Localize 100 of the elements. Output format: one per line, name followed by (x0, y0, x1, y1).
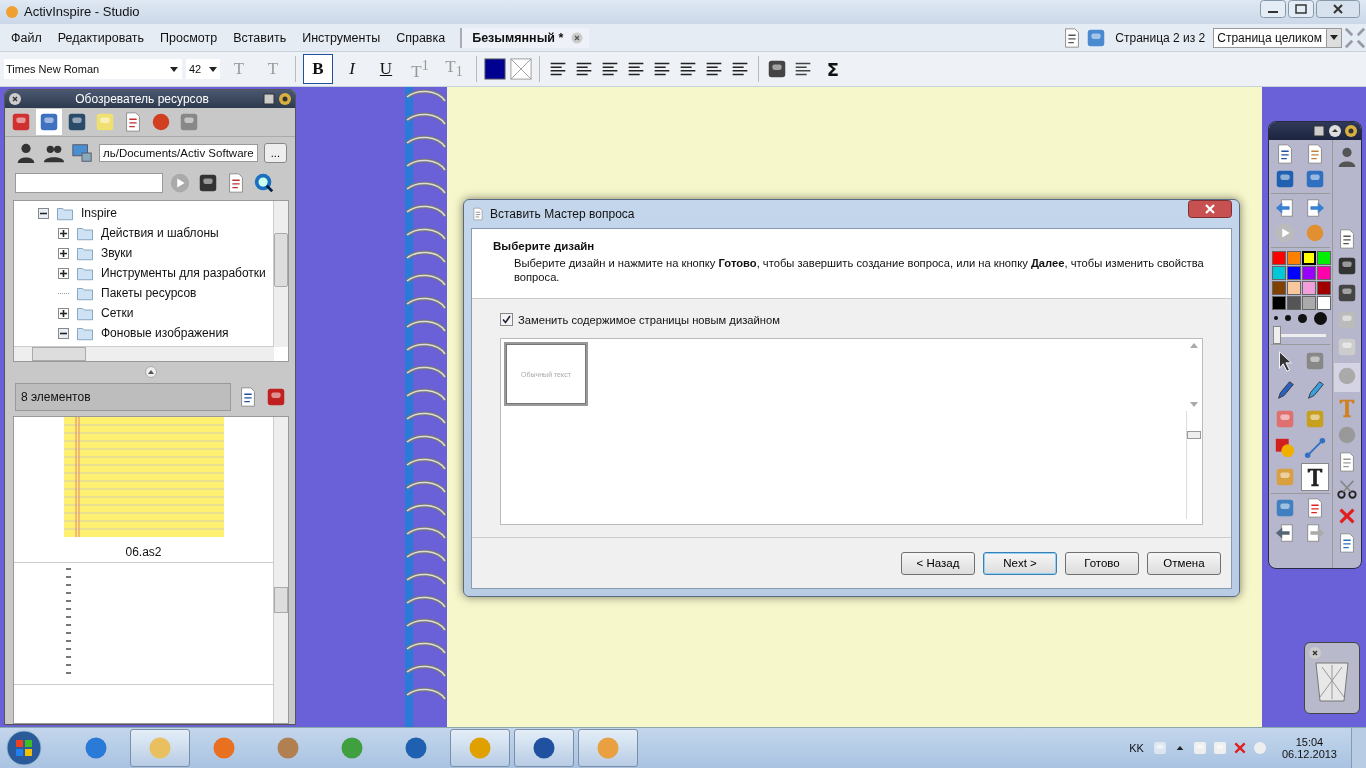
previous-page-icon[interactable] (1274, 197, 1296, 219)
color-swatch[interactable] (1302, 251, 1316, 265)
dialog-heading: Выберите дизайн (493, 240, 595, 252)
font-dropdown[interactable]: Times New Roman (4, 59, 182, 80)
pin-icon[interactable] (1345, 125, 1357, 137)
page-icon[interactable] (263, 93, 275, 105)
eject-icon[interactable] (1329, 125, 1341, 137)
color-swatch[interactable] (1287, 296, 1301, 310)
close-button[interactable] (1188, 200, 1232, 218)
color-swatch[interactable] (1287, 251, 1301, 265)
file-name: 06.as2 (125, 544, 162, 559)
person-icon[interactable] (15, 142, 37, 164)
dialog-button[interactable]: Готово (1065, 551, 1139, 575)
color-swatch[interactable] (1287, 281, 1301, 295)
expand-icon[interactable] (58, 227, 69, 239)
color-swatch[interactable] (1302, 266, 1316, 280)
color-swatch[interactable] (1272, 266, 1286, 280)
close-icon[interactable] (571, 31, 584, 44)
language-indicator[interactable]: KK (1129, 742, 1144, 754)
menu-item[interactable]: Инструменты (295, 27, 388, 48)
color-swatch[interactable] (1317, 281, 1331, 295)
slider-thumb[interactable] (1187, 431, 1201, 439)
menu-item[interactable]: Просмотр (153, 27, 225, 48)
text-style-button[interactable]: I (337, 54, 367, 85)
scrollbar[interactable] (14, 346, 274, 361)
collapse-icon[interactable] (38, 207, 49, 219)
scroll-up-icon[interactable] (1190, 343, 1198, 348)
dialog-button[interactable]: < Назад (901, 551, 975, 575)
formula-button[interactable]: Σ (818, 54, 848, 85)
zoom-dropdown[interactable]: Страница целиком (1213, 27, 1342, 48)
menu-item[interactable]: Редактировать (50, 27, 152, 48)
color-swatch[interactable] (1287, 266, 1301, 280)
checkbox[interactable] (500, 313, 513, 326)
lined-paper-thumbnail[interactable] (63, 417, 224, 537)
pen-width-dot[interactable] (1274, 316, 1279, 320)
pen-width-dot[interactable] (1285, 315, 1292, 321)
expand-icon[interactable] (58, 247, 69, 259)
folder-label[interactable]: Звуки (101, 246, 133, 260)
close-icon[interactable] (9, 93, 21, 105)
color-swatch[interactable] (1272, 296, 1286, 310)
color-swatch[interactable] (1317, 296, 1331, 310)
color-swatch[interactable] (1317, 266, 1331, 280)
minimize-button[interactable] (1260, 0, 1286, 18)
folder-label[interactable]: Действия и шаблоны (101, 226, 219, 240)
scrollbar[interactable] (273, 201, 288, 347)
dialog-button[interactable]: Отмена (1147, 551, 1221, 575)
scrollbar[interactable] (273, 417, 288, 723)
shapes-icon (1274, 437, 1296, 459)
restore-button[interactable] (1288, 0, 1314, 18)
fullscreen-icon[interactable] (1344, 26, 1366, 49)
folder-label[interactable]: Пакеты ресурсов (101, 286, 197, 300)
no-fill-swatch[interactable] (510, 58, 532, 81)
computer-icon[interactable] (71, 142, 93, 164)
close-icon[interactable] (1309, 647, 1321, 659)
browse-button[interactable]: ... (263, 143, 287, 163)
color-swatch[interactable] (1272, 251, 1286, 265)
search-field[interactable] (15, 173, 163, 193)
collapse-icon[interactable] (58, 327, 69, 339)
connector-icon (1304, 437, 1326, 459)
color-swatch[interactable] (1302, 281, 1316, 295)
taskbar-button[interactable] (514, 729, 574, 767)
expand-icon[interactable] (58, 307, 69, 319)
taskbar-button[interactable] (578, 729, 638, 767)
start-button[interactable] (6, 730, 42, 766)
scissors-icon[interactable] (1336, 478, 1358, 500)
close-button[interactable] (1316, 0, 1360, 18)
caret-icon (209, 66, 217, 72)
text-style-button[interactable]: U (371, 54, 401, 85)
folder-label[interactable]: Inspire (81, 206, 118, 220)
pen-width-dot[interactable] (1297, 313, 1307, 323)
size-slider[interactable] (1186, 411, 1201, 519)
folder-label[interactable]: Инструменты для разработки (101, 266, 266, 280)
document-tab[interactable]: Безымянный * (460, 27, 590, 48)
menu-item[interactable]: Файл (4, 27, 49, 48)
color-swatch[interactable] (1272, 281, 1286, 295)
taskbar-button[interactable] (130, 729, 190, 767)
scroll-down-icon[interactable] (1190, 402, 1198, 407)
clock[interactable]: 15:04 06.12.2013 (1281, 736, 1337, 760)
folder-label[interactable]: Сетки (101, 306, 134, 320)
expand-icon[interactable] (58, 267, 69, 279)
font-size-dropdown[interactable]: 42 (186, 59, 220, 80)
pen-width-dot[interactable] (1313, 311, 1327, 325)
color-swatch[interactable] (1317, 251, 1331, 265)
checkbox-label[interactable]: Заменить содержимое страницы новым дизайном (518, 313, 780, 326)
dialog-button[interactable]: Next > (983, 551, 1057, 575)
tool-button[interactable] (1302, 464, 1328, 490)
menu-item[interactable]: Справка (389, 27, 453, 48)
pin-icon[interactable] (279, 93, 291, 105)
color-swatch[interactable] (484, 58, 506, 81)
panel-title: Обозреватель ресурсов (74, 92, 210, 106)
color-swatch[interactable] (1302, 296, 1316, 310)
text-style-button[interactable]: B (303, 54, 333, 85)
folder-label[interactable]: Фоновые изображения (101, 326, 229, 340)
page-icon[interactable] (1313, 125, 1325, 137)
path-field[interactable]: ль/Documents/Activ Software (99, 144, 258, 162)
menu-item[interactable]: Вставить (226, 27, 294, 48)
search-icon[interactable] (253, 172, 275, 194)
taskbar-button[interactable] (450, 729, 510, 767)
slider-thumb[interactable] (1273, 326, 1281, 344)
next-page-icon[interactable] (1304, 197, 1326, 219)
